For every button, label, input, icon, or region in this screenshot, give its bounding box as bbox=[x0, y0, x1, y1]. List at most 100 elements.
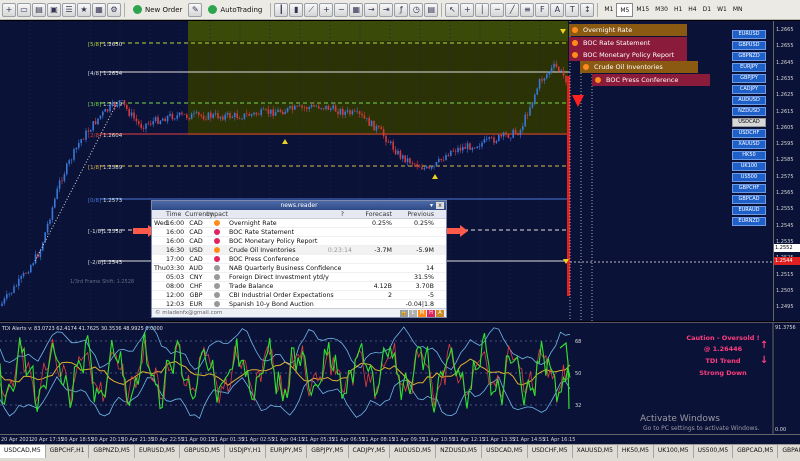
autotrading-button[interactable]: AutoTrading bbox=[203, 2, 267, 18]
chart-tab[interactable]: XAUUSD,M5 bbox=[573, 445, 618, 458]
symbol-button-us500[interactable]: US500 bbox=[732, 172, 766, 183]
impact-filter-low[interactable]: L bbox=[409, 309, 417, 317]
chart-tab[interactable]: GBPAUD,M5 bbox=[778, 445, 800, 458]
crosshair-icon[interactable]: + bbox=[460, 2, 475, 17]
timeframe-d1[interactable]: D1 bbox=[700, 3, 714, 17]
chart-shift-icon[interactable]: ⇥ bbox=[379, 2, 394, 17]
vertical-line-icon[interactable]: │ bbox=[475, 2, 490, 17]
impact-filter-medium[interactable]: M bbox=[418, 309, 426, 317]
metaeditor-icon[interactable]: ✎ bbox=[188, 2, 203, 17]
impact-filter-high[interactable]: H bbox=[427, 309, 435, 317]
price-scale[interactable]: 1.2665 1.2655 1.2645 1.2635 1.2625 1.2615 1.26… bbox=[773, 21, 800, 321]
chart-tab[interactable]: EURJPY,M5 bbox=[266, 445, 308, 458]
chevron-down-icon[interactable]: ▾ bbox=[430, 201, 433, 210]
news-row[interactable]: 16:00 CAD BOC Monetary Policy Report bbox=[152, 237, 446, 246]
chart-tab[interactable]: USDCHF,M5 bbox=[528, 445, 573, 458]
symbol-button-audusd[interactable]: AUDUSD bbox=[732, 95, 766, 106]
symbol-button-xauusd[interactable]: XAUUSD bbox=[732, 139, 766, 150]
timeframe-w1[interactable]: W1 bbox=[714, 3, 730, 17]
event-box-boc-press-conference[interactable]: BOC Press Conference bbox=[592, 74, 710, 86]
symbol-button-gbpcad[interactable]: GBPCAD bbox=[732, 194, 766, 205]
navigator-icon[interactable]: ★ bbox=[77, 2, 91, 17]
text-icon[interactable]: A bbox=[550, 2, 565, 17]
timeframe-mn[interactable]: MN bbox=[730, 3, 746, 17]
open-folder-icon[interactable]: ▭ bbox=[17, 2, 31, 17]
timeframe-m1[interactable]: M1 bbox=[601, 3, 616, 17]
chart-tab[interactable]: USDJPY,H1 bbox=[225, 445, 267, 458]
timeframe-h1[interactable]: H1 bbox=[671, 3, 685, 17]
horizontal-line-icon[interactable]: ─ bbox=[490, 2, 505, 17]
bar-chart-icon[interactable]: ┃ bbox=[274, 2, 289, 17]
symbol-button-eurusd[interactable]: EURUSD bbox=[732, 30, 766, 40]
chart-tab[interactable]: NZDUSD,M5 bbox=[436, 445, 483, 458]
chart-tab[interactable]: GBPCHF,H1 bbox=[46, 445, 90, 458]
news-row[interactable]: Wed 16:00 CAD Overnight Rate 0.25% 0.25% bbox=[152, 219, 446, 228]
event-box-crude-oil-inventories[interactable]: Crude Oil Inventories bbox=[580, 61, 698, 73]
news-row[interactable]: 05:03 CNY Foreign Direct Investment ytd/y 3… bbox=[152, 273, 446, 282]
chart-tab[interactable]: EURUSD,M5 bbox=[135, 445, 181, 458]
news-row[interactable]: 12:00 GBP CBI Industrial Order Expectation… bbox=[152, 291, 446, 300]
templates-icon[interactable]: ▤ bbox=[424, 2, 439, 17]
symbol-button-hk50[interactable]: HK50 bbox=[732, 150, 766, 161]
profiles-icon[interactable]: ▤ bbox=[32, 2, 46, 17]
event-box-overnight-rate[interactable]: Overnight Rate bbox=[569, 24, 687, 36]
tester-icon[interactable]: ⚙ bbox=[107, 2, 121, 17]
symbol-button-uk100[interactable]: UK100 bbox=[732, 161, 766, 172]
news-reader-panel[interactable]: news.reader ▾ x Time Currency Impact ? F… bbox=[151, 200, 447, 318]
chart-tab[interactable]: US500,M5 bbox=[694, 445, 734, 458]
timeframe-m5[interactable]: M5 bbox=[616, 2, 634, 17]
new-chart-icon[interactable]: + bbox=[2, 2, 16, 17]
line-chart-icon[interactable]: ⟋ bbox=[304, 2, 319, 17]
symbol-button-cadjpy[interactable]: CADJPY bbox=[732, 84, 766, 95]
chart-tab[interactable]: USDCAD,M5 bbox=[482, 445, 528, 458]
symbol-button-eurnzd[interactable]: EURNZD bbox=[732, 216, 766, 227]
symbol-button-nzdusd[interactable]: NZDUSD bbox=[732, 106, 766, 117]
chart-tab[interactable]: GBPCAD,M5 bbox=[733, 445, 779, 458]
trendline-icon[interactable]: ╱ bbox=[505, 2, 520, 17]
event-box-boc-rate-statement[interactable]: BOC Rate Statement bbox=[569, 37, 687, 49]
news-row[interactable]: Thu 03:30 AUD NAB Quarterly Business Confid… bbox=[152, 264, 446, 273]
timeframe-m30[interactable]: M30 bbox=[652, 3, 671, 17]
zoom-out-icon[interactable]: − bbox=[334, 2, 349, 17]
chart-tab[interactable]: USDCAD,M5 bbox=[0, 445, 46, 458]
news-row[interactable]: 16:00 CAD BOC Rate Statement bbox=[152, 228, 446, 237]
cursor-icon[interactable]: ↖ bbox=[445, 2, 460, 17]
fibo-icon[interactable]: F bbox=[535, 2, 550, 17]
symbol-button-usdcad[interactable]: USDCAD bbox=[732, 117, 766, 128]
chart-tab[interactable]: HK50,M5 bbox=[618, 445, 654, 458]
symbol-button-gbpusd[interactable]: GBPUSD bbox=[732, 40, 766, 51]
symbol-button-eurjpy[interactable]: EURJPY bbox=[732, 62, 766, 73]
chart-tab[interactable]: UK100,M5 bbox=[654, 445, 694, 458]
timeframe-m15[interactable]: M15 bbox=[633, 3, 652, 17]
symbol-button-usdchf[interactable]: USDCHF bbox=[732, 128, 766, 139]
chart-tab[interactable]: GBPJPY,M5 bbox=[307, 445, 349, 458]
news-row[interactable]: 08:00 CHF Trade Balance 4.12B 3.70B bbox=[152, 282, 446, 291]
symbol-button-euraud[interactable]: EURAUD bbox=[732, 205, 766, 216]
symbol-button-gbpnzd[interactable]: GBPNZD bbox=[732, 51, 766, 62]
close-button[interactable]: x bbox=[436, 202, 444, 209]
news-row[interactable]: 16:30 USD Crude Oil Inventories 0:23:14 -3.7… bbox=[152, 246, 446, 255]
time-axis[interactable]: 20 Apr 2021 20 Apr 17:35 20 Apr 18:55 20 Ap… bbox=[0, 434, 800, 444]
chart-tab[interactable]: AUDUSD,M5 bbox=[390, 445, 437, 458]
chart-tab[interactable]: GBPUSD,M5 bbox=[180, 445, 226, 458]
channel-icon[interactable]: ≡ bbox=[520, 2, 535, 17]
window-icon[interactable]: ▣ bbox=[47, 2, 61, 17]
periods-icon[interactable]: ◷ bbox=[409, 2, 424, 17]
header-help[interactable]: ? bbox=[227, 211, 352, 218]
autoscroll-icon[interactable]: → bbox=[364, 2, 379, 17]
candles-icon[interactable]: ▮ bbox=[289, 2, 304, 17]
zoom-in-icon[interactable]: + bbox=[319, 2, 334, 17]
symbol-button-gbpjpy[interactable]: GBPJPY bbox=[732, 73, 766, 84]
arrows-icon[interactable]: ↕ bbox=[580, 2, 595, 17]
symbol-button-gbpchf[interactable]: GBPCHF bbox=[732, 183, 766, 194]
timeframe-h4[interactable]: H4 bbox=[685, 3, 699, 17]
lock-icon[interactable]: 🔒 bbox=[400, 309, 408, 317]
chart-tab[interactable]: GBPNZD,M5 bbox=[89, 445, 135, 458]
tile-windows-icon[interactable]: ▦ bbox=[349, 2, 364, 17]
terminal-icon[interactable]: ▦ bbox=[92, 2, 106, 17]
news-row[interactable]: 17:00 CAD BOC Press Conference bbox=[152, 255, 446, 264]
news-reader-titlebar[interactable]: news.reader ▾ x bbox=[152, 201, 446, 210]
new-order-button[interactable]: New Order bbox=[128, 2, 187, 18]
indicators-icon[interactable]: ƒ bbox=[394, 2, 409, 17]
event-box-boc-monetary-policy-report[interactable]: BOC Monetary Policy Report bbox=[569, 49, 687, 61]
